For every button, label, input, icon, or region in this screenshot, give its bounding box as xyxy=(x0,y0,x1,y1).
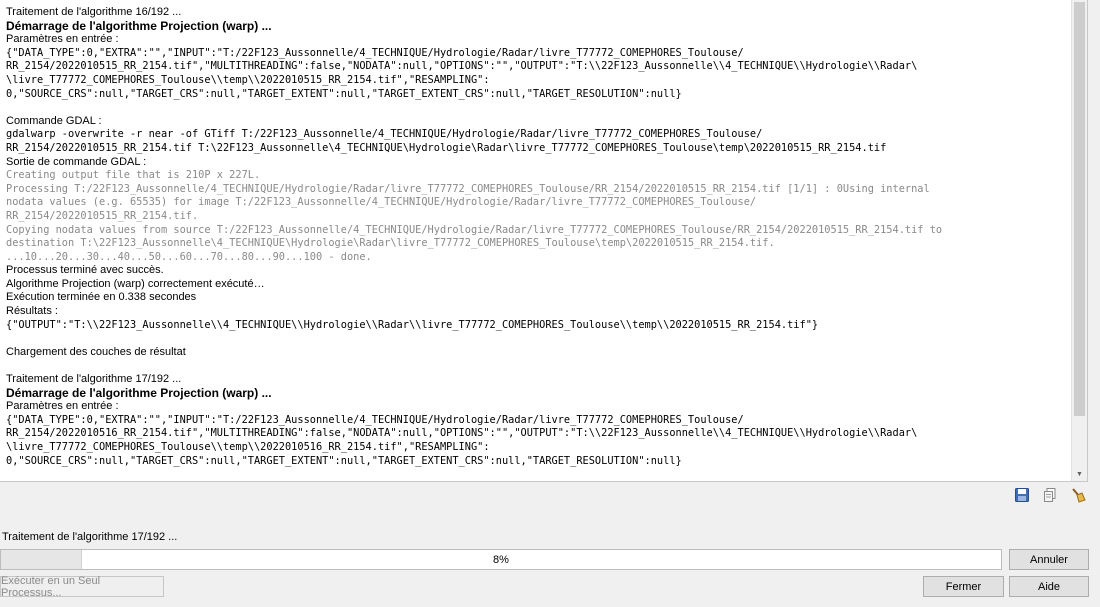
run-single-process-button[interactable]: Exécuter en un Seul Processus... xyxy=(0,575,164,599)
log-line: Paramètres en entrée : xyxy=(6,400,119,413)
log-line: Copying nodata values from source T:/22F… xyxy=(6,223,943,236)
log-line: 0,"SOURCE_CRS":null,"TARGET_CRS":null,"T… xyxy=(6,454,682,467)
close-button[interactable]: Fermer xyxy=(923,576,1004,597)
log-toolbar xyxy=(1014,487,1086,503)
log-line: Creating output file that is 210P x 227L… xyxy=(6,169,261,182)
log-line: \livre_T77772_COMEPHORES_Toulouse\\temp\… xyxy=(6,441,490,453)
log-line: Sortie de commande GDAL : xyxy=(6,155,147,168)
log-line: Traitement de l'algorithme 17/192 ... xyxy=(6,373,182,386)
log-scrollbar[interactable]: ▼ xyxy=(1071,0,1087,481)
scrollbar-thumb[interactable] xyxy=(1074,2,1085,416)
scroll-down-arrow-icon[interactable]: ▼ xyxy=(1074,469,1085,480)
log-line: nodata values (e.g. 65535) for image T:/… xyxy=(6,196,757,209)
log-line: 0,"SOURCE_CRS":null,"TARGET_CRS":null,"T… xyxy=(6,87,682,100)
progress-bar: 8% xyxy=(0,549,1002,570)
progress-text: 8% xyxy=(493,553,509,566)
clear-icon[interactable] xyxy=(1070,487,1086,503)
log-line: Résultats : xyxy=(6,305,58,318)
log-line: ...10...20...30...40...50...60...70...80… xyxy=(6,250,372,263)
log-line: RR_2154/2022010515_RR_2154.tif","MULTITH… xyxy=(6,60,918,73)
log-line: Algorithme Projection (warp) correctemen… xyxy=(6,277,265,290)
log-line: {"DATA_TYPE":0,"EXTRA":"","INPUT":"T:/22… xyxy=(6,46,744,59)
log-line: RR_2154/2022010515_RR_2154.tif. xyxy=(6,209,199,222)
log-line: {"DATA_TYPE":0,"EXTRA":"","INPUT":"T:/22… xyxy=(6,413,744,426)
cancel-button[interactable]: Annuler xyxy=(1009,549,1089,570)
log-heading-line: Démarrage de l'algorithme Projection (wa… xyxy=(6,19,272,33)
log-line: Processing T:/22F123_Aussonnelle/4_TECHN… xyxy=(6,182,930,195)
log-line: {"OUTPUT":"T:\\22F123_Aussonnelle\\4_TEC… xyxy=(6,318,819,331)
log-line: \livre_T77772_COMEPHORES_Toulouse\\temp\… xyxy=(6,73,490,86)
log-content: Traitement de l'algorithme 16/192 ... Dém… xyxy=(6,6,1071,468)
log-line: Traitement de l'algorithme 16/192 ... xyxy=(6,6,182,18)
log-line: Chargement des couches de résultat xyxy=(6,345,186,358)
log-line: Exécution terminée en 0.338 secondes xyxy=(6,291,197,304)
log-line: RR_2154/2022010515_RR_2154.tif T:\22F123… xyxy=(6,141,887,154)
log-heading-line: Démarrage de l'algorithme Projection (wa… xyxy=(6,386,272,400)
log-line: gdalwarp -overwrite -r near -of GTiff T:… xyxy=(6,128,763,141)
log-line: destination T:\22F123_Aussonnelle\4_TECH… xyxy=(6,237,775,250)
log-line: RR_2154/2022010516_RR_2154.tif","MULTITH… xyxy=(6,427,918,440)
log-line: Processus terminé avec succès. xyxy=(6,264,164,277)
save-icon[interactable] xyxy=(1014,487,1030,503)
log-line: Paramètres en entrée : xyxy=(6,33,119,46)
log-panel[interactable]: Traitement de l'algorithme 16/192 ... Dém… xyxy=(0,0,1088,482)
copy-icon[interactable] xyxy=(1042,487,1058,503)
help-button[interactable]: Aide xyxy=(1009,576,1089,597)
status-label: Traitement de l'algorithme 17/192 ... xyxy=(2,531,178,543)
log-line: Commande GDAL : xyxy=(6,114,102,127)
